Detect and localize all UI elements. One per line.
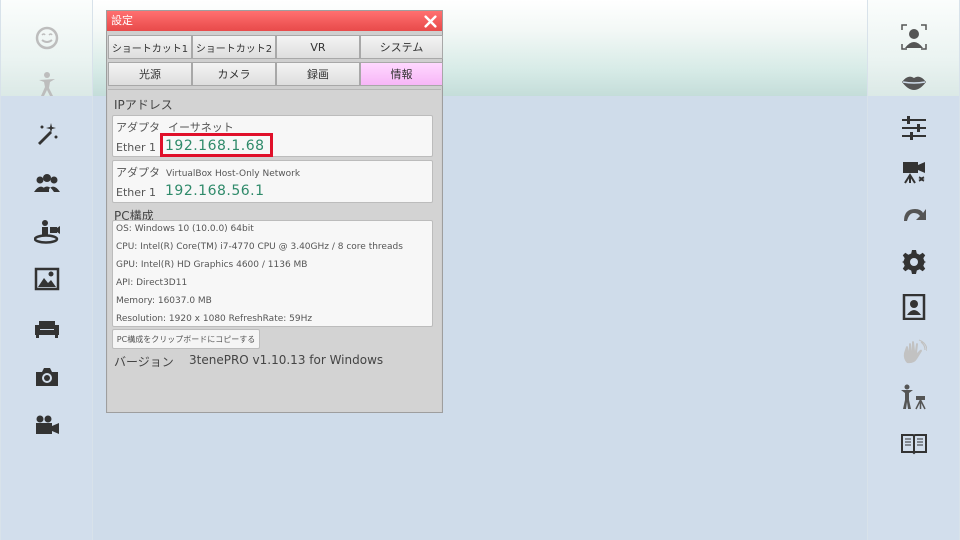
camera-icon[interactable] [32,362,62,392]
tripod-pose-icon[interactable] [899,382,929,412]
pose-icon[interactable] [32,69,62,99]
sofa-icon[interactable] [32,313,62,343]
version-value: 3tenePRO v1.10.13 for Windows [189,353,384,367]
ip-address-heading: IPアドレス [114,98,173,112]
image-icon[interactable] [32,264,62,294]
version-label: バージョン [114,355,174,369]
info-panel: IPアドレス アダプタ イーサネット Ether 1 192.168.1.68 ア… [108,89,441,412]
adapter-box: アダプタ VirtualBox Host-Only Network Ether 1… [112,160,433,203]
tab-shortcut-2[interactable]: ショートカット2 [192,35,276,59]
pc-info-memory: Memory: 16037.0 MB [116,296,212,306]
dialog-titlebar: 設定 [107,11,442,31]
gear-icon[interactable] [899,247,929,277]
tab-recording[interactable]: 録画 [276,62,360,86]
portrait-icon[interactable] [899,292,929,322]
video-camera-icon[interactable] [32,410,62,440]
face-tracking-icon[interactable] [899,22,929,52]
pc-config-box: OS: Windows 10 (10.0.0) 64bit CPU: Intel… [112,220,433,327]
pc-info-resolution: Resolution: 1920 x 1080 RefreshRate: 59H… [116,314,313,324]
tab-lighting[interactable]: 光源 [108,62,192,86]
camera-record-icon[interactable] [899,157,929,187]
pc-info-cpu: CPU: Intel(R) Core(TM) i7-4770 CPU @ 3.4… [116,242,403,252]
book-icon[interactable] [899,428,929,458]
group-icon[interactable] [32,168,62,198]
adapter-label-text: アダプタ [116,166,160,179]
dialog-title: 設定 [111,14,133,27]
right-sidebar [867,0,960,540]
close-icon [423,14,437,28]
pc-info-api: API: Direct3D11 [116,278,188,288]
lips-icon[interactable] [899,67,929,97]
tab-vr[interactable]: VR [276,35,360,59]
ip-address-value: 192.168.56.1 [165,183,265,199]
copy-pc-config-button[interactable]: PC構成をクリップボードにコピーする [112,329,260,349]
tab-system[interactable]: システム [360,35,443,59]
close-button[interactable] [422,12,438,30]
motion-capture-icon[interactable] [32,216,62,246]
tab-info[interactable]: 情報 [360,62,443,86]
magic-wand-icon[interactable] [32,119,62,149]
highlight-box [160,133,273,157]
settings-dialog: 設定 ショートカット1 ショートカット2 VR システム 光源 カメラ 録画 情… [106,10,443,413]
hand-wave-icon[interactable] [899,337,929,367]
ether-label: Ether 1 [116,141,157,154]
tab-shortcut-1[interactable]: ショートカット1 [108,35,192,59]
sliders-icon[interactable] [899,113,929,143]
pc-info-os: OS: Windows 10 (10.0.0) 64bit [116,224,254,234]
face-icon[interactable] [32,23,62,53]
pc-info-gpu: GPU: Intel(R) HD Graphics 4600 / 1136 MB [116,260,308,270]
left-sidebar [0,0,93,540]
adapter-label-text: アダプタ [116,121,160,134]
adapter-label: アダプタ VirtualBox Host-Only Network [116,164,300,180]
adapter-box: アダプタ イーサネット Ether 1 192.168.1.68 [112,115,433,157]
ether-label: Ether 1 [116,186,157,199]
redo-icon[interactable] [899,201,929,231]
adapter-name: VirtualBox Host-Only Network [166,169,301,179]
tab-camera[interactable]: カメラ [192,62,276,86]
